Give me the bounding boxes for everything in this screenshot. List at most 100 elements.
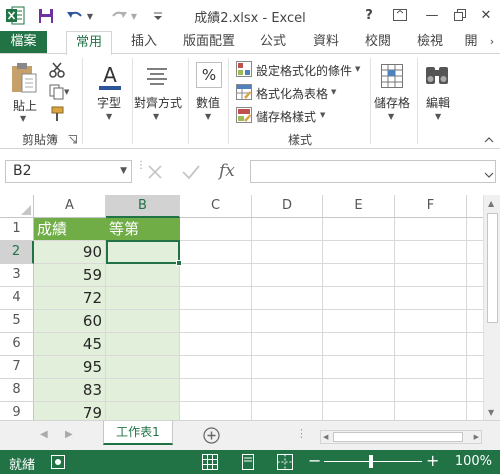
scroll-right-icon[interactable]: ▶ — [474, 431, 479, 443]
row-header[interactable]: 7 — [0, 356, 34, 379]
cell-score[interactable]: 45 — [34, 333, 106, 356]
tab-file[interactable]: 檔案 — [0, 31, 47, 53]
zoom-slider-thumb[interactable] — [369, 455, 373, 468]
restore-button-icon[interactable] — [446, 4, 474, 26]
cell-grade[interactable] — [106, 379, 180, 402]
cell-score[interactable]: 59 — [34, 264, 106, 287]
cell-score[interactable]: 72 — [34, 287, 106, 310]
cut-icon[interactable] — [49, 62, 65, 81]
new-sheet-icon[interactable] — [203, 427, 220, 447]
cells-icon[interactable] — [381, 64, 403, 91]
tab-insert[interactable]: 插入 — [124, 31, 164, 53]
cell-score[interactable]: 79 — [34, 402, 106, 420]
conditional-formatting-icon[interactable] — [236, 61, 252, 80]
paste-icon[interactable] — [10, 62, 38, 99]
close-button[interactable]: ✕ — [472, 4, 500, 26]
tab-review[interactable]: 校閱 — [358, 31, 398, 53]
cell-score[interactable]: 60 — [34, 310, 106, 333]
scroll-left-icon[interactable]: ◀ — [323, 431, 328, 443]
ribbon-display-options-icon[interactable] — [386, 4, 414, 26]
cell-grade[interactable] — [106, 310, 180, 333]
alignment-icon[interactable] — [145, 65, 169, 90]
number-dropdown-icon[interactable]: ▼ — [205, 112, 211, 121]
minimize-button[interactable]: — — [418, 4, 446, 26]
horizontal-scrollbar[interactable]: ◀ ▶ — [320, 430, 482, 444]
paste-button[interactable]: 貼上 — [13, 97, 37, 114]
zoom-slider-track[interactable] — [324, 461, 422, 462]
cell-score[interactable]: 83 — [34, 379, 106, 402]
horizontal-scroll-thumb[interactable] — [333, 432, 463, 442]
split-handle-icon[interactable]: ⋮ — [296, 427, 307, 440]
sheet-scroll-left-icon[interactable]: ◀ — [40, 429, 48, 440]
conditional-formatting-dropdown-icon[interactable]: ▼ — [355, 65, 360, 73]
empty-cells-grid[interactable] — [180, 218, 483, 420]
tab-home[interactable]: 常用 — [66, 31, 112, 55]
cells-dropdown-icon[interactable]: ▼ — [388, 112, 394, 121]
expand-formula-bar-icon[interactable] — [484, 168, 494, 182]
format-as-table-dropdown-icon[interactable]: ▼ — [331, 88, 336, 96]
cancel-entry-icon[interactable] — [146, 163, 164, 184]
row-header[interactable]: 5 — [0, 310, 34, 333]
row-header[interactable]: 6 — [0, 333, 34, 356]
row-header[interactable]: 2 — [0, 241, 34, 264]
cell-grade[interactable] — [106, 356, 180, 379]
scroll-down-icon[interactable]: ▼ — [488, 408, 494, 417]
sheet-scroll-right-icon[interactable]: ▶ — [65, 429, 73, 440]
copy-icon[interactable] — [49, 84, 65, 103]
copy-dropdown-icon[interactable]: ▼ — [64, 88, 69, 96]
cells-button[interactable]: 儲存格 — [374, 94, 410, 111]
row-header[interactable]: 4 — [0, 287, 34, 310]
cell-styles-button[interactable]: 儲存格樣式 — [256, 108, 316, 125]
conditional-formatting-button[interactable]: 設定格式化的條件 — [256, 62, 352, 79]
page-layout-view-icon[interactable] — [240, 454, 256, 474]
row-header[interactable]: 9 — [0, 402, 34, 420]
sheet-tab-active[interactable]: 工作表1 — [103, 421, 173, 445]
cell-grade[interactable] — [106, 402, 180, 420]
vertical-scroll-thumb[interactable] — [487, 213, 498, 323]
font-button[interactable]: 字型 — [97, 94, 121, 111]
cell-score[interactable]: 90 — [34, 241, 106, 264]
clipboard-launcher-icon[interactable] — [68, 133, 77, 147]
column-header[interactable]: F — [395, 195, 467, 218]
formula-bar-resize-handle[interactable]: ⋮ — [136, 161, 146, 178]
number-button[interactable]: 數值 — [196, 94, 220, 111]
paste-dropdown-icon[interactable]: ▼ — [20, 114, 26, 123]
vertical-scrollbar[interactable]: ▲ ▼ — [483, 195, 500, 420]
name-box[interactable]: B2 ▼ — [5, 160, 132, 183]
tab-data[interactable]: 資料 — [306, 31, 346, 53]
tab-page-layout[interactable]: 版面配置 — [178, 31, 240, 53]
zoom-level[interactable]: 100% — [455, 454, 492, 469]
column-header[interactable]: B — [106, 195, 180, 218]
percent-icon[interactable]: % — [196, 62, 222, 88]
cell-styles-dropdown-icon[interactable]: ▼ — [320, 111, 325, 119]
help-button[interactable]: ? — [355, 4, 383, 26]
row-header[interactable]: 8 — [0, 379, 34, 402]
tab-formulas[interactable]: 公式 — [253, 31, 293, 53]
cell-grade[interactable] — [106, 287, 180, 310]
tab-developer[interactable]: 開 — [460, 31, 482, 53]
formula-input[interactable] — [250, 160, 496, 183]
editing-icon[interactable] — [424, 64, 450, 89]
cell-grade[interactable] — [106, 264, 180, 287]
alignment-dropdown-icon[interactable]: ▼ — [153, 112, 159, 121]
column-header[interactable]: D — [252, 195, 323, 218]
format-as-table-button[interactable]: 格式化為表格 — [256, 85, 328, 102]
scroll-up-icon[interactable]: ▲ — [488, 199, 494, 208]
page-break-view-icon[interactable] — [277, 454, 293, 474]
format-painter-icon[interactable] — [49, 106, 65, 125]
column-header[interactable]: A — [34, 195, 106, 218]
row-header[interactable]: 1 — [0, 218, 34, 241]
row-header[interactable]: 3 — [0, 264, 34, 287]
column-header[interactable]: E — [323, 195, 395, 218]
collapse-ribbon-icon[interactable] — [484, 132, 494, 146]
editing-button[interactable]: 編輯 — [426, 94, 450, 111]
alignment-button[interactable]: 對齊方式 — [134, 94, 182, 111]
normal-view-icon[interactable] — [202, 454, 218, 474]
zoom-in-button[interactable]: + — [426, 451, 439, 470]
column-header[interactable]: C — [180, 195, 252, 218]
cell-grade[interactable] — [106, 333, 180, 356]
cell-styles-icon[interactable] — [236, 107, 252, 126]
macro-record-icon[interactable] — [51, 455, 65, 473]
cell-score[interactable]: 95 — [34, 356, 106, 379]
tabs-scroll-right-icon[interactable]: › — [484, 31, 500, 53]
